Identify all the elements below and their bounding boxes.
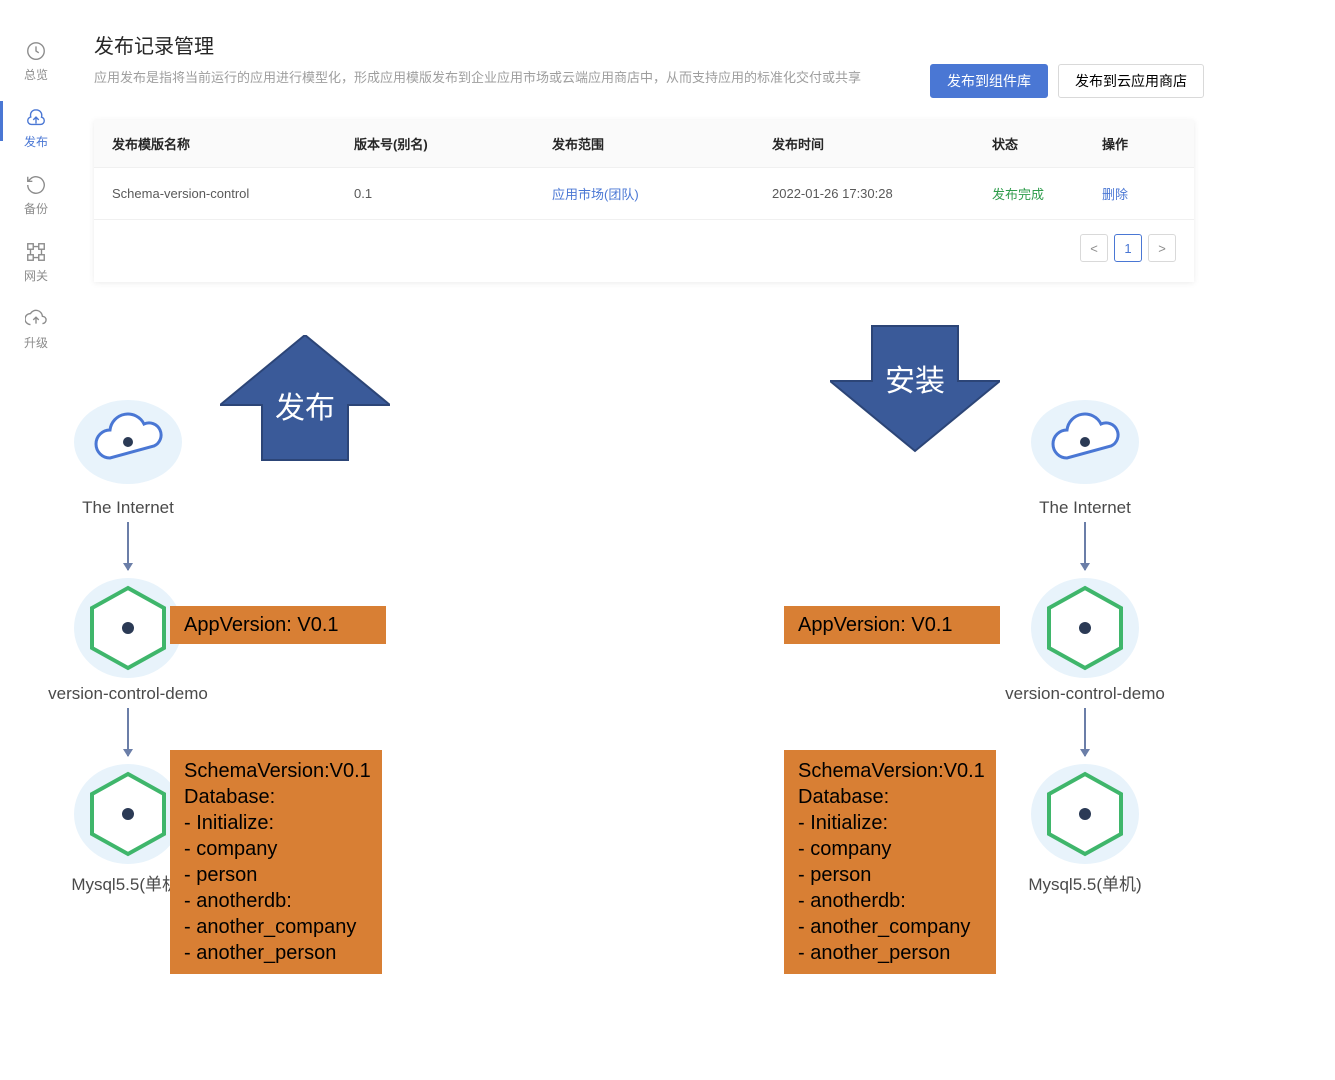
col-ver: 版本号(别名) bbox=[336, 120, 534, 168]
app-label: version-control-demo bbox=[48, 684, 208, 704]
hexagon-icon bbox=[1029, 574, 1141, 682]
col-ops: 操作 bbox=[1084, 120, 1194, 168]
col-status: 状态 bbox=[974, 120, 1084, 168]
schemaversion-note-left: SchemaVersion:V0.1 Database: - Initializ… bbox=[170, 750, 382, 974]
cell-delete-link[interactable]: 删除 bbox=[1102, 187, 1128, 202]
sidebar-item-backup[interactable]: 备份 bbox=[0, 174, 72, 217]
db-node: Mysql5.5(单机) bbox=[1028, 760, 1141, 895]
diagram-right-column: The Internet version-control-demo Mysql5… bbox=[975, 388, 1195, 895]
sidebar-item-overview[interactable]: 总览 bbox=[0, 40, 72, 83]
pager-prev[interactable]: < bbox=[1080, 234, 1108, 262]
page-title: 发布记录管理 bbox=[94, 30, 1194, 59]
publish-to-cloud-button[interactable]: 发布到云应用商店 bbox=[1058, 64, 1204, 98]
gateway-icon bbox=[25, 241, 47, 263]
sidebar-item-publish[interactable]: 发布 bbox=[0, 107, 72, 150]
col-name: 发布模版名称 bbox=[94, 120, 336, 168]
db-label: Mysql5.5(单机) bbox=[1028, 870, 1141, 895]
cell-status: 发布完成 bbox=[992, 187, 1044, 202]
appversion-note-left: AppVersion: V0.1 bbox=[170, 606, 386, 644]
publish-to-lib-button[interactable]: 发布到组件库 bbox=[930, 64, 1048, 98]
hexagon-icon bbox=[1029, 760, 1141, 868]
pager-current[interactable]: 1 bbox=[1114, 234, 1142, 262]
cloud-icon bbox=[1029, 388, 1141, 496]
internet-label: The Internet bbox=[1039, 498, 1131, 518]
records-table: 发布模版名称 版本号(别名) 发布范围 发布时间 状态 操作 Schema-ve… bbox=[94, 120, 1194, 220]
internet-label: The Internet bbox=[82, 498, 174, 518]
cell-scope-link[interactable]: 应用市场(团队) bbox=[552, 187, 639, 202]
internet-node: The Internet bbox=[1029, 388, 1141, 518]
schemaversion-note-right: SchemaVersion:V0.1 Database: - Initializ… bbox=[784, 750, 996, 974]
cloud-icon bbox=[72, 388, 184, 496]
page-header: 发布记录管理 应用发布是指将当前运行的应用进行模型化，形成应用模版发布到企业应用… bbox=[94, 30, 1194, 86]
db-label: Mysql5.5(单机) bbox=[71, 870, 184, 895]
sidebar-item-label: 网关 bbox=[24, 267, 48, 284]
dashboard-icon bbox=[25, 40, 47, 62]
hexagon-icon bbox=[72, 760, 184, 868]
internet-node: The Internet bbox=[72, 388, 184, 518]
col-scope: 发布范围 bbox=[534, 120, 754, 168]
sidebar: 总览 发布 备份 网关 升级 bbox=[0, 0, 72, 320]
hexagon-icon bbox=[72, 574, 184, 682]
table-row: Schema-version-control 0.1 应用市场(团队) 2022… bbox=[94, 168, 1194, 220]
publish-arrow: 发布 bbox=[220, 335, 390, 475]
db-node: Mysql5.5(单机) bbox=[71, 760, 184, 895]
app-node: version-control-demo bbox=[1005, 574, 1165, 704]
install-arrow-label: 安装 bbox=[885, 356, 945, 400]
backup-icon bbox=[25, 174, 47, 196]
connector-arrow-icon bbox=[1084, 708, 1086, 756]
pager: < 1 > bbox=[94, 220, 1194, 262]
connector-arrow-icon bbox=[127, 522, 129, 570]
records-table-card: 发布模版名称 版本号(别名) 发布范围 发布时间 状态 操作 Schema-ve… bbox=[94, 120, 1194, 282]
sidebar-item-label: 发布 bbox=[24, 133, 48, 150]
appversion-note-right: AppVersion: V0.1 bbox=[784, 606, 1000, 644]
connector-arrow-icon bbox=[1084, 522, 1086, 570]
sidebar-item-upgrade[interactable]: 升级 bbox=[0, 308, 72, 351]
publish-arrow-label: 发布 bbox=[275, 383, 335, 427]
pager-next[interactable]: > bbox=[1148, 234, 1176, 262]
connector-arrow-icon bbox=[127, 708, 129, 756]
app-label: version-control-demo bbox=[1005, 684, 1165, 704]
col-time: 发布时间 bbox=[754, 120, 974, 168]
upgrade-icon bbox=[25, 308, 47, 330]
sidebar-item-gateway[interactable]: 网关 bbox=[0, 241, 72, 284]
cell-name: Schema-version-control bbox=[94, 168, 336, 220]
header-buttons: 发布到组件库 发布到云应用商店 bbox=[930, 64, 1204, 98]
sidebar-item-label: 总览 bbox=[24, 66, 48, 83]
cell-time: 2022-01-26 17:30:28 bbox=[754, 168, 974, 220]
cell-ver: 0.1 bbox=[336, 168, 534, 220]
publish-icon bbox=[25, 107, 47, 129]
sidebar-item-label: 升级 bbox=[24, 334, 48, 351]
sidebar-item-label: 备份 bbox=[24, 200, 48, 217]
